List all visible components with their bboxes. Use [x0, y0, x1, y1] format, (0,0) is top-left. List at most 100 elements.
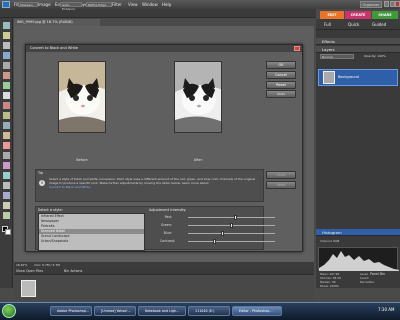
- redo-button[interactable]: Redo: [266, 181, 296, 189]
- histogram-graph: [319, 251, 399, 271]
- adj-blue-track: [188, 233, 275, 234]
- task-item[interactable]: 111040 (E:): [188, 306, 230, 316]
- options-bar: [0, 9, 316, 18]
- tab-quick[interactable]: Quick: [348, 22, 359, 27]
- dialog-close-icon[interactable]: [294, 46, 300, 51]
- after-cat-photo: [175, 62, 221, 132]
- clone-stamp-tool-icon[interactable]: [3, 132, 10, 139]
- crop-tool-icon[interactable]: [3, 102, 10, 109]
- tip-label: Tip: [38, 171, 44, 175]
- red-eye-tool-icon[interactable]: [3, 112, 10, 119]
- blend-mode-select[interactable]: Normal: [320, 54, 354, 59]
- cancel-button[interactable]: Cancel: [266, 71, 296, 79]
- minimize-icon[interactable]: [384, 1, 389, 7]
- tab-share[interactable]: SHARE: [372, 11, 398, 19]
- tab-edit[interactable]: EDIT: [320, 11, 344, 19]
- histogram-channel[interactable]: Channel: RGB: [320, 239, 339, 243]
- app-logo-icon: [2, 1, 10, 8]
- task-item[interactable]: [Unread] Yahoo!...: [94, 306, 136, 316]
- adj-contrast-track: [188, 241, 275, 242]
- option-field-3[interactable]: Refine Edge: [86, 2, 112, 7]
- style-adjust-box: Select a style: Infrared Effect Newspape…: [35, 206, 275, 251]
- tip-text: Select a style of black and white conver…: [49, 177, 261, 189]
- adj-red-slider[interactable]: [234, 215, 238, 220]
- menu-filter[interactable]: Filter: [112, 2, 122, 7]
- option-field-2[interactable]: Auto-Enhance: [60, 2, 82, 11]
- task-item[interactable]: Notebook and Ligh...: [138, 306, 186, 316]
- histogram-panel-header[interactable]: Histogram: [316, 229, 400, 236]
- menu-image[interactable]: Image: [38, 2, 51, 7]
- doc-size: Doc: 5.7M / 5.7M: [34, 263, 60, 267]
- menu-view[interactable]: View: [128, 2, 138, 7]
- effects-panel-header[interactable]: Effects: [316, 38, 400, 45]
- open-file-thumbnail[interactable]: [21, 280, 36, 297]
- show-open-files-tab[interactable]: Show Open Files: [16, 269, 43, 273]
- start-button[interactable]: [2, 304, 16, 318]
- stat-pixels: Pixels: 24084: [320, 284, 339, 288]
- hand-tool-icon[interactable]: [3, 42, 10, 49]
- menu-help[interactable]: Help: [162, 2, 171, 7]
- after-caption: After: [193, 158, 203, 162]
- tab-create[interactable]: CREATE: [345, 11, 371, 19]
- style-list[interactable]: Infrared Effect Newspaper Portraits Scan…: [38, 213, 145, 251]
- blur-tool-icon[interactable]: [3, 202, 10, 209]
- tip-learn-more-link[interactable]: Convert to Black and White: [49, 185, 90, 189]
- close-icon[interactable]: [395, 1, 400, 7]
- paint-bucket-tool-icon[interactable]: [3, 172, 10, 179]
- adj-red-label: Red:: [164, 215, 172, 219]
- tab-full[interactable]: Full: [324, 22, 331, 27]
- adj-contrast-slider[interactable]: [212, 239, 216, 244]
- reset-button[interactable]: Reset: [266, 81, 296, 89]
- lasso-tool-icon[interactable]: [3, 72, 10, 79]
- adj-green-label: Green:: [160, 223, 172, 227]
- adj-contrast-label: Contrast:: [160, 239, 176, 243]
- gradient-tool-icon[interactable]: [3, 182, 10, 189]
- organizer-button[interactable]: Organizer: [360, 1, 382, 8]
- document-tab[interactable]: IMG_9999.jpg @ 16.7% (RGB/8): [14, 19, 100, 26]
- bin-actions-tab[interactable]: Bin Actions: [64, 269, 82, 273]
- type-tool-icon[interactable]: [3, 92, 10, 99]
- layer-thumbnail: [323, 71, 335, 84]
- eraser-tool-icon[interactable]: [3, 152, 10, 159]
- style-item[interactable]: Urban/Snapshots: [39, 239, 144, 244]
- marquee-tool-icon[interactable]: [3, 62, 10, 69]
- histogram-box: [318, 247, 399, 271]
- pencil-tool-icon[interactable]: [3, 142, 10, 149]
- background-color-swatch[interactable]: [5, 229, 11, 235]
- layers-panel-header[interactable]: Layers: [316, 46, 400, 53]
- zoom-tool-icon[interactable]: [3, 32, 10, 39]
- tip-body: Select a style of black and white conver…: [49, 177, 255, 185]
- project-bin-tabs: [14, 268, 314, 275]
- before-caption: Before: [76, 158, 88, 162]
- option-field-1[interactable]: Sharpen: [18, 2, 38, 7]
- magic-wand-tool-icon[interactable]: [3, 82, 10, 89]
- adj-green-slider[interactable]: [230, 223, 233, 228]
- info-icon: i: [39, 180, 45, 186]
- after-preview: [174, 61, 222, 133]
- ok-button[interactable]: OK: [266, 61, 296, 69]
- undo-button[interactable]: Undo: [266, 171, 296, 179]
- task-item[interactable]: Adobe Photoshop...: [50, 306, 92, 316]
- layer-name: Background: [338, 75, 359, 79]
- tip-box: Tip i Select a style of black and white …: [35, 169, 264, 202]
- style-label: Select a style:: [38, 208, 63, 212]
- help-button[interactable]: Undo: [266, 90, 296, 98]
- eyedropper-tool-icon[interactable]: [3, 52, 10, 59]
- clock: 7:30 AM: [378, 307, 395, 312]
- adj-blue-slider[interactable]: [221, 231, 225, 236]
- convert-bw-dialog: Convert to Black and White Before After …: [25, 44, 303, 252]
- zoom-level[interactable]: 16.67%: [16, 263, 27, 267]
- sponge-tool-icon[interactable]: [3, 212, 10, 219]
- before-cat-photo: [59, 62, 105, 132]
- adj-blue-label: Blue:: [163, 231, 172, 235]
- opacity-field[interactable]: Opacity: 100%: [364, 54, 397, 59]
- adj-red-track: [188, 217, 275, 218]
- task-item-active[interactable]: Editor - Photoshop...: [232, 306, 282, 316]
- tab-guided[interactable]: Guided: [372, 22, 386, 27]
- spot-healing-tool-icon[interactable]: [3, 122, 10, 129]
- shape-tool-icon[interactable]: [3, 192, 10, 199]
- brush-tool-icon[interactable]: [3, 162, 10, 169]
- panel-bin-toggle[interactable]: Panel Bin: [370, 272, 385, 276]
- move-tool-icon[interactable]: [3, 22, 10, 29]
- menu-window[interactable]: Window: [142, 2, 158, 7]
